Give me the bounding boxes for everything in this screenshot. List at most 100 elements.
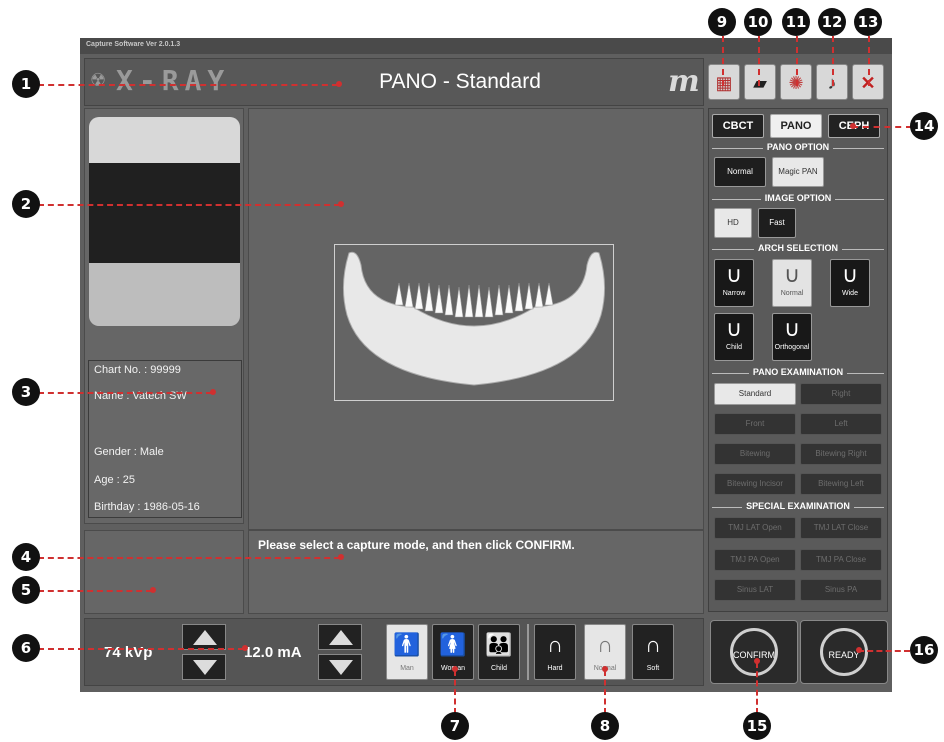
callout-2: 2 [12, 190, 40, 218]
arch-orthogonal-button[interactable]: ∪ Orthogonal [772, 313, 812, 361]
page-title: PANO - Standard [379, 70, 541, 93]
radiation-icon: ☢ [90, 70, 107, 90]
arch-normal-button[interactable]: ∪ Normal [772, 259, 812, 307]
callout-line [852, 126, 912, 128]
arrow-down-icon [193, 660, 217, 675]
arch-wide-icon: ∪ [841, 262, 859, 287]
capture-preview [89, 117, 240, 326]
callout-7: 7 [441, 712, 469, 740]
arch-normal-icon: ∪ [783, 262, 801, 287]
ma-up-button[interactable] [318, 624, 362, 650]
ready-button[interactable]: READY [800, 620, 888, 684]
image-option-title: IMAGE OPTION [712, 193, 884, 203]
patient-type-label: Child [491, 665, 507, 672]
arch-soft-icon: ∩ [645, 632, 661, 657]
arch-label: Child [726, 344, 742, 351]
tmj-pa-close-button[interactable]: TMJ PA Close [800, 549, 882, 571]
callout-9: 9 [708, 8, 736, 36]
arch-orthogonal-icon: ∪ [783, 316, 801, 341]
tmj-lat-close-button[interactable]: TMJ LAT Close [800, 517, 882, 539]
tmj-lat-open-button[interactable]: TMJ LAT Open [714, 517, 796, 539]
callout-line [38, 392, 212, 394]
arch-narrow-icon: ∪ [725, 262, 743, 287]
density-label: Soft [646, 665, 660, 672]
callout-5: 5 [12, 576, 40, 604]
callout-line [858, 650, 910, 652]
callout-13: 13 [854, 8, 882, 36]
patient-info: Chart No. : 99999 Name : Vatech SW Gende… [88, 360, 242, 518]
image-tool-button[interactable]: ▦ [708, 64, 740, 100]
exam-standard-button[interactable]: Standard [714, 383, 796, 405]
kvp-down-button[interactable] [182, 654, 226, 680]
kvp-value: 74 kVp [104, 644, 153, 661]
fast-button[interactable]: Fast [758, 208, 796, 238]
callout-4: 4 [12, 543, 40, 571]
exam-bitewing-right-button[interactable]: Bitewing Right [800, 443, 882, 465]
brand-logo: m [668, 64, 700, 99]
arch-wide-button[interactable]: ∪ Wide [830, 259, 870, 307]
callout-14: 14 [910, 112, 938, 140]
callout-dot [150, 587, 156, 593]
callout-11: 11 [782, 8, 810, 36]
jaw-icon [343, 251, 605, 386]
tab-pano[interactable]: PANO [770, 114, 822, 138]
pano-option-title: PANO OPTION [712, 142, 884, 152]
exam-front-button[interactable]: Front [714, 413, 796, 435]
pano-normal-button[interactable]: Normal [714, 157, 766, 187]
confirm-label: CONFIRM [730, 628, 778, 676]
arch-child-button[interactable]: ∪ Child [714, 313, 754, 361]
exam-bitewing-left-button[interactable]: Bitewing Left [800, 473, 882, 495]
ma-value: 12.0 mA [244, 644, 302, 661]
callout-line [38, 84, 338, 86]
callout-dot [452, 666, 458, 672]
patient-age: Age : 25 [94, 474, 135, 486]
callout-dot [856, 647, 862, 653]
child-icon: 👪 [485, 632, 513, 657]
patient-man-button[interactable]: 🚹 Man [386, 624, 428, 680]
arrow-down-icon [329, 660, 353, 675]
callout-dot [850, 123, 856, 129]
callout-dot [754, 658, 760, 664]
callout-dot [602, 666, 608, 672]
exam-left-button[interactable]: Left [800, 413, 882, 435]
arch-narrow-button[interactable]: ∪ Narrow [714, 259, 754, 307]
callout-line [758, 36, 760, 86]
tab-cbct[interactable]: CBCT [712, 114, 764, 138]
ma-down-button[interactable] [318, 654, 362, 680]
exam-bitewing-button[interactable]: Bitewing [714, 443, 796, 465]
arch-label: Orthogonal [774, 344, 810, 351]
confirm-button[interactable]: CONFIRM [710, 620, 798, 684]
callout-line [454, 670, 456, 714]
density-label: Hard [547, 665, 563, 672]
callout-line [604, 670, 606, 714]
patient-type-label: Man [400, 665, 414, 672]
callout-16: 16 [910, 636, 938, 664]
callout-8: 8 [591, 712, 619, 740]
kvp-up-button[interactable] [182, 624, 226, 650]
folder-icon: ▰ [753, 73, 767, 93]
hd-button[interactable]: HD [714, 208, 752, 238]
callout-6: 6 [12, 634, 40, 662]
callout-dot [210, 389, 216, 395]
magic-pan-button[interactable]: Magic PAN [772, 157, 824, 187]
callout-dot [336, 81, 342, 87]
callout-line [38, 204, 340, 206]
callout-line [868, 36, 870, 86]
density-soft-button[interactable]: ∩ Soft [632, 624, 674, 680]
exam-right-button[interactable]: Right [800, 383, 882, 405]
callout-3: 3 [12, 378, 40, 406]
folder-button[interactable]: ▰ [744, 64, 776, 100]
exam-bitewing-incisor-button[interactable]: Bitewing Incisor [714, 473, 796, 495]
density-hard-button[interactable]: ∩ Hard [534, 624, 576, 680]
arch-illustration [334, 244, 614, 401]
callout-dot [242, 645, 248, 651]
sinus-lat-button[interactable]: Sinus LAT [714, 579, 796, 601]
arch-selection-title: ARCH SELECTION [712, 243, 884, 253]
chart-number: Chart No. : 99999 [94, 364, 181, 376]
sinus-pa-button[interactable]: Sinus PA [800, 579, 882, 601]
tmj-pa-open-button[interactable]: TMJ PA Open [714, 549, 796, 571]
arch-normal-density-icon: ∩ [597, 632, 613, 657]
callout-dot [338, 554, 344, 560]
callout-line [796, 36, 798, 86]
patient-child-button[interactable]: 👪 Child [478, 624, 520, 680]
